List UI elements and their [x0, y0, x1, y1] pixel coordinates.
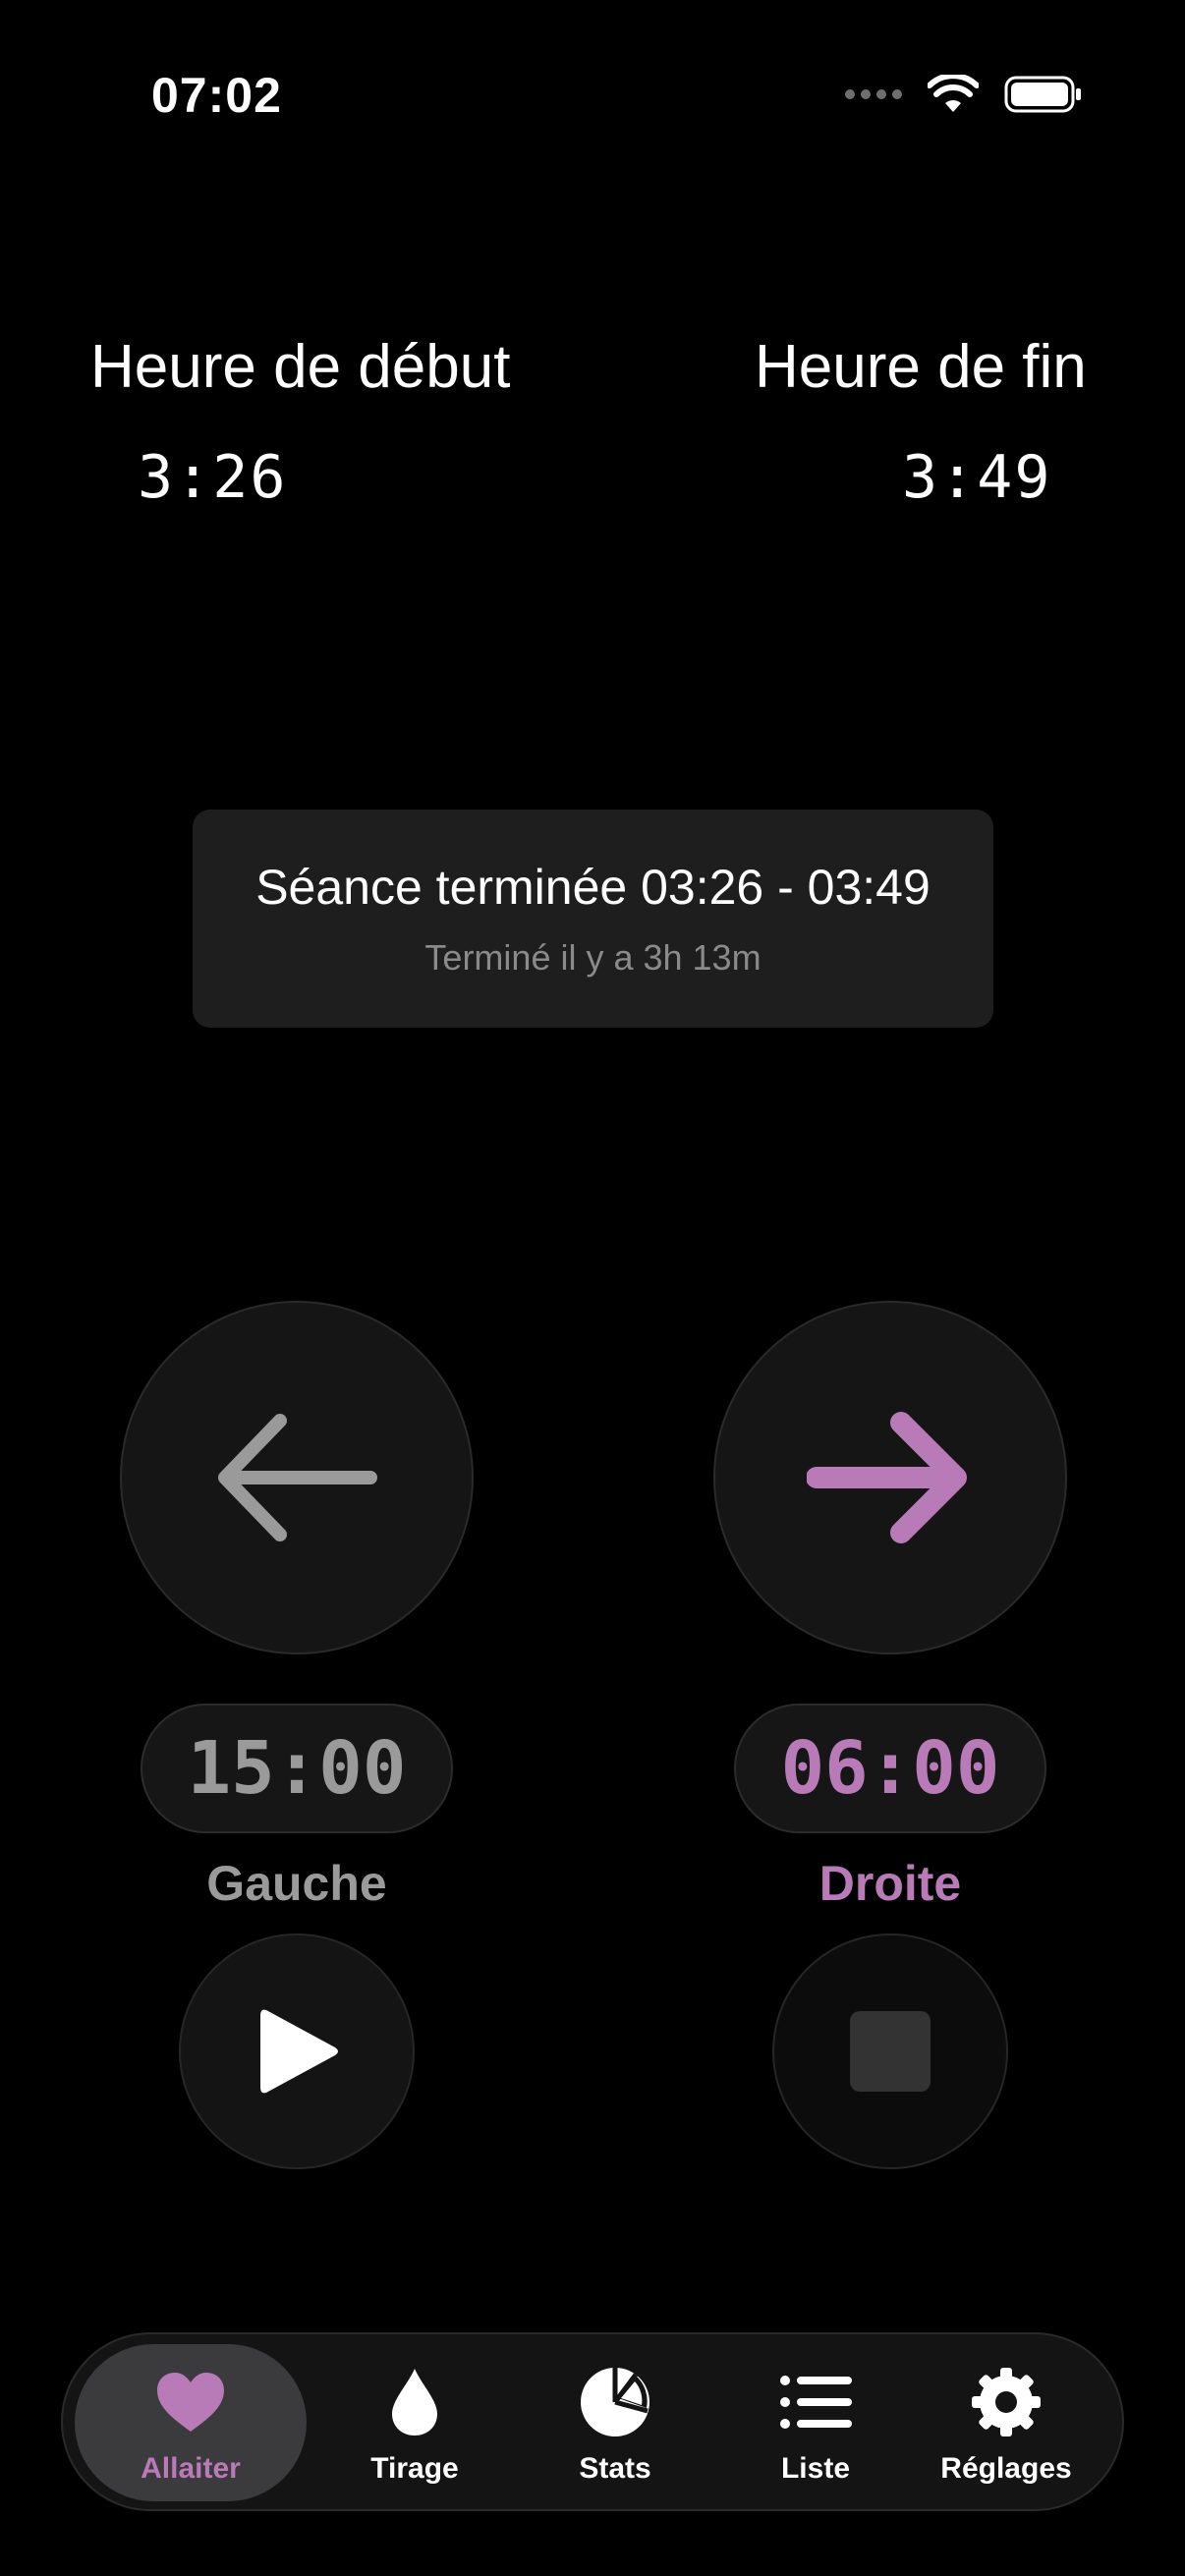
heart-icon: [157, 2373, 224, 2432]
tab-label: Réglages: [940, 2452, 1072, 2485]
wifi-icon: [928, 75, 979, 112]
start-time-block[interactable]: Heure de début 3:26: [90, 332, 582, 512]
pie-chart-icon: [581, 2368, 649, 2436]
drop-icon: [392, 2369, 437, 2436]
end-time-value[interactable]: 3:49: [755, 443, 1185, 512]
play-button[interactable]: [179, 1933, 415, 2169]
tab-liste[interactable]: Liste: [727, 2344, 904, 2501]
left-timer[interactable]: 15:00: [141, 1704, 453, 1833]
stop-button[interactable]: [772, 1933, 1008, 2169]
status-icons: [845, 75, 1083, 114]
session-summary-card: Séance terminée 03:26 - 03:49 Terminé il…: [193, 810, 993, 1028]
status-time: 07:02: [151, 68, 282, 123]
end-time-label: Heure de fin: [755, 333, 1087, 401]
right-side-column: 06:00 Droite: [713, 1301, 1067, 2169]
right-timer[interactable]: 06:00: [734, 1704, 1046, 1833]
start-time-label: Heure de début: [90, 333, 511, 401]
arrow-left-icon: [218, 1414, 377, 1541]
gear-icon: [972, 2368, 1041, 2436]
tab-stats[interactable]: Stats: [527, 2344, 704, 2501]
tab-label: Tirage: [370, 2452, 459, 2485]
tab-bar: Allaiter Tirage Stats Liste Réglages: [61, 2332, 1124, 2511]
session-title: Séance terminée 03:26 - 03:49: [255, 860, 931, 915]
end-time-block[interactable]: Heure de fin 3:49: [755, 332, 1185, 512]
start-time-value[interactable]: 3:26: [90, 443, 582, 512]
stop-icon: [850, 2011, 931, 2092]
tab-label: Stats: [579, 2452, 651, 2485]
left-side-column: 15:00 Gauche: [120, 1301, 474, 2169]
battery-icon: [1004, 76, 1081, 113]
play-icon: [260, 2009, 338, 2094]
status-bar: 07:02: [0, 0, 1185, 187]
left-side-label: Gauche: [206, 1856, 387, 1911]
left-side-button[interactable]: [120, 1301, 474, 1654]
signal-dots-icon: [845, 89, 902, 99]
session-subtitle: Terminé il y a 3h 13m: [424, 937, 762, 978]
arrow-right-icon: [807, 1412, 967, 1543]
right-side-label: Droite: [818, 1856, 962, 1911]
right-side-button[interactable]: [713, 1301, 1067, 1654]
tab-reglages[interactable]: Réglages: [908, 2344, 1104, 2501]
tab-allaiter[interactable]: Allaiter: [75, 2344, 307, 2501]
tab-tirage[interactable]: Tirage: [326, 2344, 503, 2501]
tab-label: Allaiter: [141, 2452, 241, 2485]
tab-label: Liste: [780, 2452, 851, 2485]
list-icon: [780, 2376, 852, 2429]
